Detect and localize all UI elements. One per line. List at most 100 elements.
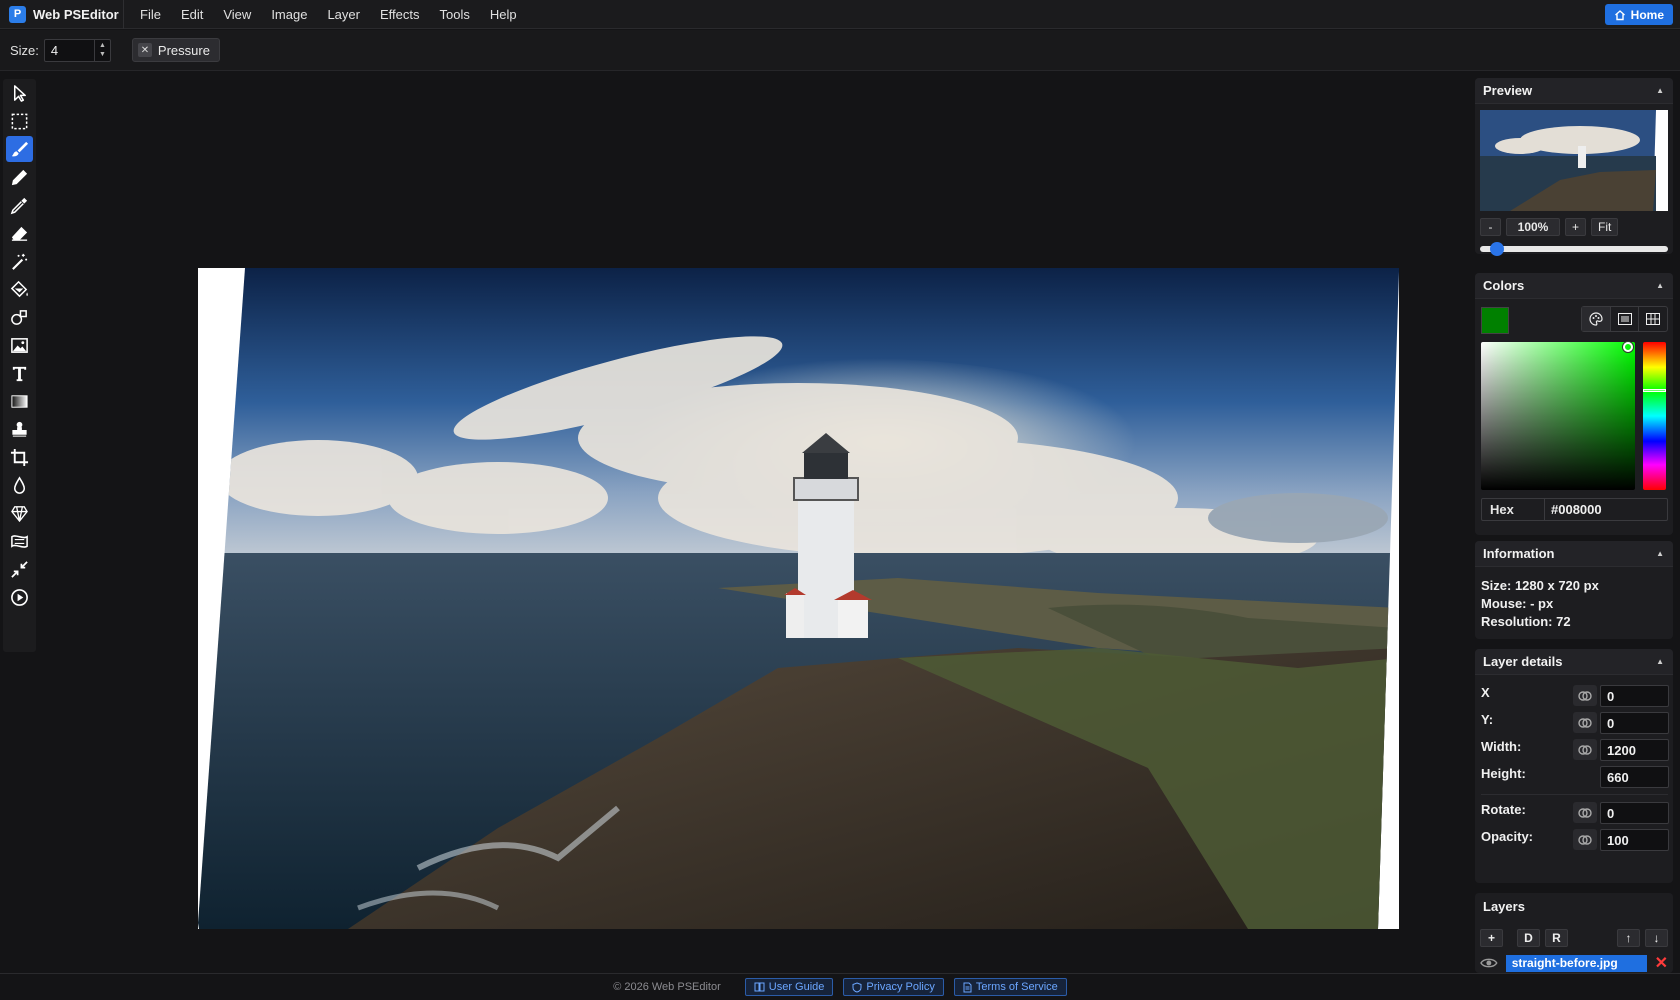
user-guide-label: User Guide — [768, 981, 825, 993]
layer-details-panel: Layer details ▲ X 0 Y: 0 Width: 1200 Hei… — [1475, 649, 1673, 883]
information-header[interactable]: Information ▲ — [1475, 541, 1673, 567]
select-tool[interactable] — [6, 80, 33, 106]
move-layer-up-button[interactable]: ↑ — [1617, 929, 1640, 947]
terms-of-service-link[interactable]: Terms of Service — [953, 978, 1067, 996]
current-color-swatch[interactable] — [1481, 307, 1509, 334]
layer-details-header[interactable]: Layer details ▲ — [1475, 649, 1673, 675]
hex-input[interactable]: #008000 — [1545, 499, 1667, 520]
preview-thumbnail[interactable] — [1480, 110, 1668, 211]
duplicate-layer-button[interactable]: D — [1517, 929, 1540, 947]
move-layer-down-button[interactable]: ↓ — [1645, 929, 1668, 947]
bulge-tool[interactable] — [6, 528, 33, 554]
brand[interactable]: P Web PSEditor — [0, 0, 124, 29]
saturation-value-picker[interactable] — [1481, 342, 1635, 490]
colors-panel: Colors ▲ Hex #008000 — [1475, 273, 1673, 535]
image-icon — [11, 337, 28, 353]
delete-layer-icon[interactable]: ✕ — [1655, 953, 1668, 973]
chevron-up-icon[interactable]: ▲ — [1656, 281, 1664, 290]
swatch-grid-button[interactable] — [1639, 307, 1667, 331]
magic-wand-tool[interactable] — [6, 248, 33, 274]
shape-tool[interactable] — [6, 304, 33, 330]
menu-layer[interactable]: Layer — [317, 0, 370, 29]
zoom-slider[interactable] — [1480, 242, 1668, 256]
opacity-label: Opacity: — [1481, 829, 1534, 844]
panel-title: Layers — [1483, 898, 1525, 914]
link-icon[interactable] — [1573, 712, 1597, 733]
brush-tool[interactable] — [6, 136, 33, 162]
menu-view[interactable]: View — [213, 0, 261, 29]
opacity-input[interactable]: 100 — [1600, 829, 1669, 851]
pressure-toggle[interactable]: ✕ Pressure — [131, 38, 220, 62]
stamp-icon — [12, 421, 27, 437]
layer-name[interactable]: straight-before.jpg — [1505, 954, 1647, 972]
menu-file[interactable]: File — [130, 0, 171, 29]
canvas-area[interactable] — [40, 72, 1468, 972]
spinner-arrows-icon[interactable]: ▲ ▼ — [93, 39, 110, 61]
raster-layer-button[interactable]: R — [1545, 929, 1568, 947]
blur-tool[interactable] — [6, 472, 33, 498]
palette-icon — [1589, 312, 1603, 326]
sharpen-tool[interactable] — [6, 500, 33, 526]
preview-header[interactable]: Preview ▲ — [1475, 78, 1673, 104]
menu-edit[interactable]: Edit — [171, 0, 213, 29]
zoom-out-button[interactable]: - — [1480, 218, 1501, 236]
zoom-level-field[interactable]: 100% — [1506, 218, 1560, 236]
zoom-slider-handle[interactable] — [1490, 242, 1504, 256]
text-tool[interactable] — [6, 360, 33, 386]
y-label: Y: — [1481, 712, 1494, 727]
pencil-icon — [11, 169, 28, 185]
link-icon[interactable] — [1573, 802, 1597, 823]
color-picker-handle[interactable] — [1623, 342, 1633, 352]
document-canvas[interactable] — [198, 268, 1399, 929]
menu-help[interactable]: Help — [480, 0, 527, 29]
toolbox — [3, 79, 36, 652]
x-input[interactable]: 0 — [1600, 685, 1669, 707]
add-layer-button[interactable]: + — [1480, 929, 1503, 947]
clone-tool[interactable] — [6, 416, 33, 442]
hue-slider-handle[interactable] — [1643, 389, 1666, 392]
y-input[interactable]: 0 — [1600, 712, 1669, 734]
link-icon[interactable] — [1573, 739, 1597, 760]
shield-icon — [852, 981, 862, 993]
color-picker-tool[interactable] — [6, 192, 33, 218]
crop-tool[interactable] — [6, 444, 33, 470]
privacy-policy-link[interactable]: Privacy Policy — [843, 978, 944, 996]
copyright-text: © 2026 Web PSEditor — [613, 981, 721, 993]
chevron-up-icon[interactable]: ▲ — [1656, 657, 1664, 666]
zoom-in-button[interactable]: + — [1565, 218, 1587, 236]
fill-tool[interactable] — [6, 276, 33, 302]
layers-header[interactable]: Layers — [1475, 893, 1673, 919]
brush-size-stepper[interactable]: 4 ▲ ▼ — [43, 38, 111, 62]
home-button[interactable]: Home — [1604, 4, 1673, 25]
list-icon — [1617, 313, 1632, 325]
pencil-tool[interactable] — [6, 164, 33, 190]
hue-slider[interactable] — [1643, 342, 1666, 490]
palette-mode-button[interactable] — [1582, 307, 1611, 331]
link-icon[interactable] — [1573, 829, 1597, 850]
menu-image[interactable]: Image — [261, 0, 317, 29]
marquee-tool[interactable] — [6, 108, 33, 134]
brush-size-value[interactable]: 4 — [51, 43, 58, 58]
grid-icon — [1646, 313, 1661, 325]
rotate-input[interactable]: 0 — [1600, 802, 1669, 824]
resize-tool[interactable] — [6, 556, 33, 582]
chevron-up-icon[interactable]: ▲ — [1656, 86, 1664, 95]
user-guide-link[interactable]: User Guide — [744, 978, 834, 996]
width-input[interactable]: 1200 — [1600, 739, 1669, 761]
colors-header[interactable]: Colors ▲ — [1475, 273, 1673, 299]
gradient-tool[interactable] — [6, 388, 33, 414]
link-icon[interactable] — [1573, 685, 1597, 706]
app-name: Web PSEditor — [33, 6, 119, 22]
fit-button[interactable]: Fit — [1591, 218, 1619, 236]
menu-effects[interactable]: Effects — [370, 0, 430, 29]
image-tool[interactable] — [6, 332, 33, 358]
eye-icon[interactable] — [1480, 957, 1498, 969]
height-input[interactable]: 660 — [1600, 766, 1669, 788]
eraser-tool[interactable] — [6, 220, 33, 246]
menu-tools[interactable]: Tools — [430, 0, 480, 29]
close-icon[interactable]: ✕ — [137, 43, 152, 57]
chevron-up-icon[interactable]: ▲ — [1656, 549, 1664, 558]
layer-item[interactable]: straight-before.jpg ✕ — [1480, 954, 1668, 972]
swatch-list-button[interactable] — [1611, 307, 1640, 331]
animation-tool[interactable] — [6, 584, 33, 610]
